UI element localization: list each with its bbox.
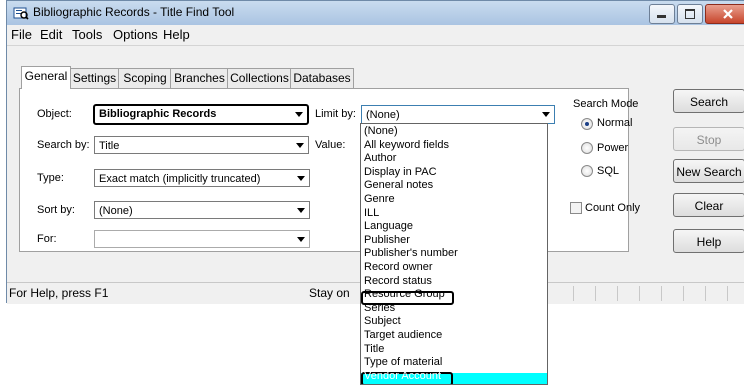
tab-databases[interactable]: Databases <box>290 68 354 88</box>
limit-by-dropdown-list: (None) All keyword fields Author Display in… <box>360 123 548 385</box>
search-by-label: Search by: <box>37 139 90 151</box>
limit-by-value: (None) <box>366 109 400 121</box>
tab-scoping[interactable]: Scoping <box>118 68 172 88</box>
object-value: Bibliographic Records <box>99 108 217 120</box>
menu-help[interactable]: Help <box>163 27 190 42</box>
object-label: Object: <box>37 108 72 120</box>
radio-sql[interactable] <box>581 165 593 177</box>
status-pane <box>595 286 612 301</box>
radio-normal-label: Normal <box>597 117 633 129</box>
app-icon <box>13 7 29 20</box>
for-label: For: <box>37 233 57 245</box>
radio-power-label: Power <box>597 142 629 154</box>
menu-options[interactable]: Options <box>113 27 158 42</box>
chevron-down-icon <box>296 143 304 148</box>
menu-tools[interactable]: Tools <box>72 27 102 42</box>
maximize-icon <box>685 9 695 19</box>
limit-by-select[interactable]: (None) <box>361 105 555 124</box>
search-button[interactable]: Search <box>673 89 744 113</box>
stop-button[interactable]: Stop <box>673 127 744 151</box>
title-bar: Bibliographic Records - Title Find Tool <box>7 1 744 25</box>
status-pane <box>727 286 744 301</box>
chevron-down-icon <box>297 176 305 181</box>
value-label: Value: <box>315 139 346 151</box>
search-mode-title: Search Mode <box>573 98 639 110</box>
dropdown-option[interactable]: Title <box>364 343 384 355</box>
radio-normal[interactable] <box>581 118 593 130</box>
sort-by-select[interactable]: (None) <box>94 201 310 219</box>
status-pane <box>683 286 700 301</box>
dropdown-option[interactable]: Genre <box>364 193 395 205</box>
dropdown-option[interactable]: Series <box>364 302 395 314</box>
dropdown-option[interactable]: All keyword fields <box>364 139 449 151</box>
dropdown-option[interactable]: Subject <box>364 315 401 327</box>
chevron-down-icon <box>297 237 305 242</box>
count-only-label: Count Only <box>585 202 641 214</box>
dropdown-option[interactable]: Publisher <box>364 234 410 246</box>
type-label: Type: <box>37 172 64 184</box>
minimize-button[interactable] <box>649 4 675 24</box>
menu-bar: File Edit Tools Options Help <box>7 25 744 46</box>
help-button[interactable]: Help <box>673 229 744 253</box>
dropdown-option[interactable]: Author <box>364 152 396 164</box>
dropdown-option[interactable]: Target audience <box>364 329 442 341</box>
status-middle-text: Stay on <box>309 286 350 300</box>
sort-by-value: (None) <box>99 205 133 217</box>
chevron-down-icon <box>297 208 305 213</box>
clear-button[interactable]: Clear <box>673 193 744 217</box>
dropdown-option[interactable]: Display in PAC <box>364 166 437 178</box>
count-only-checkbox[interactable] <box>570 202 582 214</box>
dropdown-option[interactable]: Language <box>364 220 413 232</box>
minimize-icon <box>657 15 666 18</box>
type-select[interactable]: Exact match (implicitly truncated) <box>94 169 310 187</box>
chevron-down-icon <box>295 112 303 117</box>
dropdown-option[interactable]: Publisher's number <box>364 247 458 259</box>
status-help-text: For Help, press F1 <box>9 286 109 300</box>
dropdown-option[interactable]: Record status <box>364 275 432 287</box>
dropdown-option[interactable]: Type of material <box>364 356 442 368</box>
tab-collections[interactable]: Collections <box>227 68 292 88</box>
search-by-value: Title <box>99 140 120 152</box>
object-select[interactable]: Bibliographic Records <box>93 104 309 125</box>
type-value: Exact match (implicitly truncated) <box>99 173 261 185</box>
menu-file[interactable]: File <box>11 27 32 42</box>
dropdown-option[interactable]: ILL <box>364 207 379 219</box>
dropdown-option[interactable]: Vendor Account <box>364 370 441 382</box>
dropdown-option[interactable]: (None) <box>364 125 398 137</box>
window-title: Bibliographic Records - Title Find Tool <box>33 5 235 19</box>
tab-settings[interactable]: Settings <box>69 68 120 88</box>
for-input[interactable] <box>94 230 310 248</box>
tab-general[interactable]: General <box>21 66 71 89</box>
sort-by-label: Sort by: <box>37 204 75 216</box>
new-search-button[interactable]: New Search <box>673 159 744 183</box>
search-by-select[interactable]: Title <box>94 136 309 154</box>
close-icon <box>723 9 733 19</box>
dropdown-option[interactable]: Record owner <box>364 261 432 273</box>
radio-sql-label: SQL <box>597 165 620 177</box>
dropdown-option[interactable]: General notes <box>364 179 433 191</box>
chevron-down-icon <box>542 112 550 117</box>
limit-by-label: Limit by: <box>315 108 356 120</box>
search-mode-group: Search Mode Normal Power SQL <box>573 98 645 188</box>
status-pane <box>617 286 634 301</box>
maximize-button[interactable] <box>677 4 703 24</box>
radio-power[interactable] <box>581 142 593 154</box>
status-pane <box>705 286 722 301</box>
close-button[interactable] <box>705 4 744 24</box>
status-pane <box>661 286 678 301</box>
status-pane <box>639 286 656 301</box>
menu-edit[interactable]: Edit <box>40 27 62 42</box>
dropdown-option[interactable]: Resource Group <box>364 288 445 300</box>
tab-branches[interactable]: Branches <box>170 68 229 88</box>
status-pane <box>573 286 590 301</box>
